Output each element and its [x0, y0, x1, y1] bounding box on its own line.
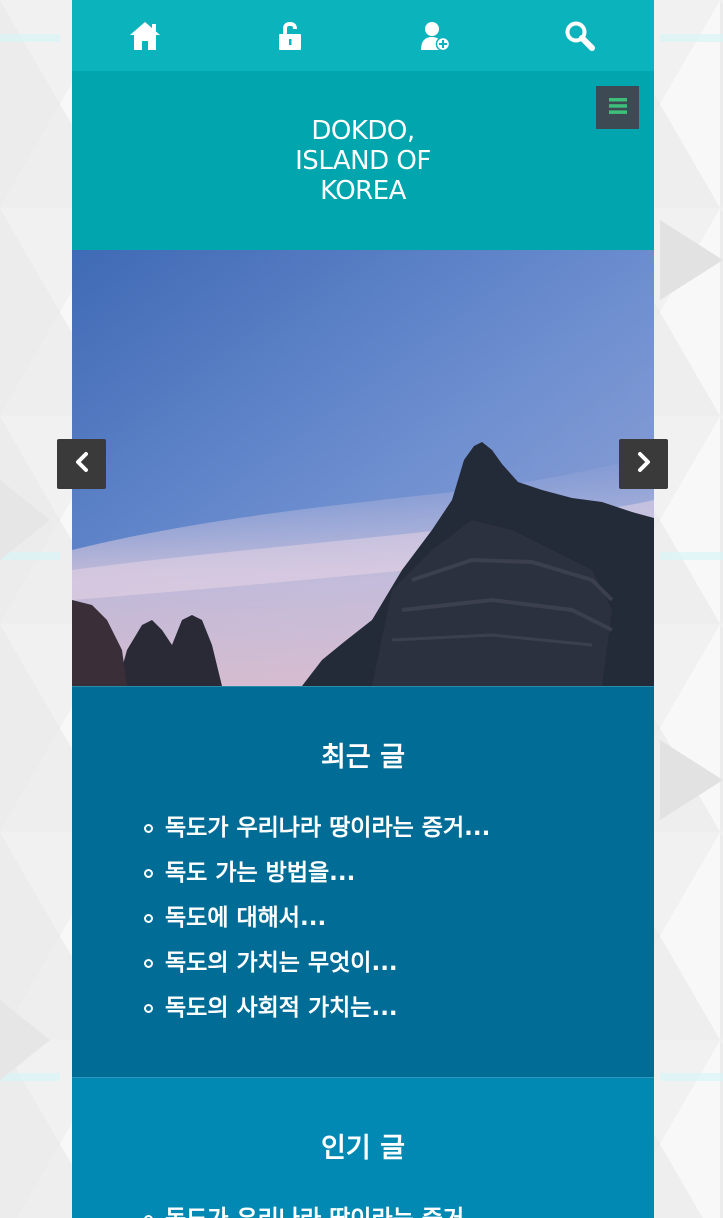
popular-posts-list: 독도가 우리나라 땅이라는 증거...	[144, 1204, 490, 1218]
chevron-right-icon	[636, 451, 652, 477]
recent-posts-title: 최근 글	[321, 742, 405, 773]
list-item[interactable]: 독도에 대해서...	[144, 903, 490, 948]
bullet-icon	[144, 1004, 153, 1013]
site-title[interactable]: DOKDO, ISLAND OF KOREA	[72, 116, 654, 206]
image-slider	[72, 250, 654, 686]
popular-posts-title: 인기 글	[321, 1133, 405, 1164]
recent-posts-section: 최근 글 독도가 우리나라 땅이라는 증거... 독도 가는 방법을... 독도…	[72, 686, 654, 1078]
post-link[interactable]: 독도에 대해서...	[165, 905, 326, 931]
site-title-line: DOKDO,	[311, 116, 415, 146]
nav-home-button[interactable]	[72, 0, 217, 71]
recent-posts-list: 독도가 우리나라 땅이라는 증거... 독도 가는 방법을... 독도에 대해서…	[144, 813, 490, 1038]
list-item[interactable]: 독도가 우리나라 땅이라는 증거...	[144, 1204, 490, 1218]
bullet-icon	[144, 959, 153, 968]
page-container: DOKDO, ISLAND OF KOREA 최근 글 독도가 우리나라 땅이라…	[72, 0, 654, 1218]
list-item[interactable]: 독도의 사회적 가치는...	[144, 993, 490, 1038]
post-link[interactable]: 독도 가는 방법을...	[165, 860, 355, 886]
list-item[interactable]: 독도 가는 방법을...	[144, 858, 490, 903]
dokdo-island-photo	[72, 250, 654, 686]
hamburger-menu-icon	[608, 97, 627, 119]
lock-icon	[277, 20, 303, 52]
site-header: DOKDO, ISLAND OF KOREA	[72, 71, 654, 250]
popular-posts-section: 인기 글 독도가 우리나라 땅이라는 증거...	[72, 1077, 654, 1218]
bullet-icon	[144, 824, 153, 833]
home-icon	[128, 20, 162, 52]
menu-toggle-button[interactable]	[596, 86, 639, 129]
search-icon	[564, 20, 596, 52]
list-item[interactable]: 독도의 가치는 무엇이...	[144, 948, 490, 993]
post-link[interactable]: 독도의 사회적 가치는...	[165, 995, 398, 1021]
chevron-left-icon	[74, 451, 90, 477]
nav-register-button[interactable]	[362, 0, 507, 71]
add-user-icon	[419, 20, 451, 52]
site-title-line: KOREA	[320, 176, 406, 206]
post-link[interactable]: 독도가 우리나라 땅이라는 증거...	[165, 1206, 490, 1218]
slider-prev-button[interactable]	[57, 439, 106, 489]
top-navigation	[72, 0, 654, 71]
site-title-line: ISLAND OF	[295, 146, 431, 176]
bullet-icon	[144, 869, 153, 878]
bullet-icon	[144, 914, 153, 923]
post-link[interactable]: 독도의 가치는 무엇이...	[165, 950, 398, 976]
nav-login-button[interactable]	[217, 0, 362, 71]
post-link[interactable]: 독도가 우리나라 땅이라는 증거...	[165, 815, 490, 841]
nav-search-button[interactable]	[507, 0, 652, 71]
list-item[interactable]: 독도가 우리나라 땅이라는 증거...	[144, 813, 490, 858]
slider-next-button[interactable]	[619, 439, 668, 489]
